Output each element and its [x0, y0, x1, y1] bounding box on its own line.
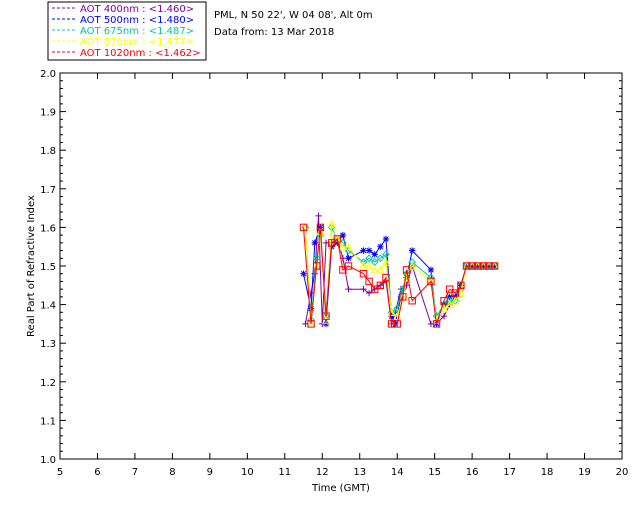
legend-entry: AOT 870nm : <1.477> [80, 37, 194, 48]
x-tick-label: 7 [132, 467, 138, 478]
x-tick-label: 18 [541, 467, 554, 478]
data-point [311, 239, 318, 247]
data-point [382, 235, 390, 243]
data-point [365, 247, 373, 254]
chart-site-info: PML, N 50 22', W 04 08', Alt 0m [214, 10, 373, 21]
x-tick-label: 20 [616, 467, 629, 478]
data-point [300, 270, 307, 277]
x-tick-label: 14 [391, 467, 404, 478]
y-tick-label: 1.1 [40, 416, 56, 427]
data-point [307, 305, 315, 312]
data-point [345, 255, 352, 262]
y-tick-label: 1.4 [40, 301, 56, 312]
y-tick-label: 1.8 [40, 146, 56, 157]
x-tick-label: 17 [503, 467, 516, 478]
legend: AOT 400nm : <1.460>AOT 500nm : <1.480>AO… [47, 1, 207, 61]
y-tick-label: 2.0 [40, 69, 56, 80]
y-tick-label: 1.9 [40, 108, 56, 119]
legend-entry: AOT 675nm : <1.487> [80, 26, 194, 37]
refractive-index-chart: AOT 400nm : <1.460>AOT 500nm : <1.480>AO… [26, 1, 629, 494]
plot-area [59, 72, 623, 460]
x-tick-label: 13 [353, 467, 366, 478]
legend-entry: AOT 1020nm : <1.462> [80, 48, 200, 59]
x-tick-label: 8 [169, 467, 175, 478]
x-tick-label: 16 [466, 467, 479, 478]
data-point [408, 247, 416, 254]
y-axis: 1.0 1.1 1.2 1.3 1.4 1.5 1.6 1.7 1.8 1.9 2.0 [40, 69, 622, 466]
data-point [360, 247, 367, 254]
data-point [371, 251, 378, 258]
y-tick-label: 1.2 [40, 378, 56, 389]
legend-entry: AOT 400nm : <1.460> [80, 4, 194, 15]
series-layer [299, 212, 499, 328]
y-tick-label: 1.0 [40, 455, 56, 466]
data-point [360, 285, 367, 293]
data-point [427, 266, 435, 274]
x-tick-label: 19 [578, 467, 591, 478]
x-tick-label: 6 [94, 467, 100, 478]
data-point [315, 212, 322, 220]
x-tick-label: 9 [207, 467, 213, 478]
x-tick-label: 11 [278, 467, 291, 478]
y-tick-label: 1.7 [40, 185, 56, 196]
x-tick-label: 12 [316, 467, 329, 478]
y-tick-label: 1.6 [40, 223, 56, 234]
y-tick-label: 1.3 [40, 339, 56, 350]
x-tick-label: 15 [428, 467, 441, 478]
y-tick-label: 1.5 [40, 262, 56, 273]
chart-date-info: Data from: 13 Mar 2018 [214, 27, 334, 38]
x-axis: 5 6 7 8 9 10 11 12 13 14 15 16 17 18 19 20 [57, 73, 629, 478]
x-tick-label: 5 [57, 467, 63, 478]
data-point [345, 285, 352, 293]
legend-entry: AOT 500nm : <1.480> [80, 15, 194, 26]
x-axis-label: Time (GMT) [311, 483, 370, 494]
data-point [377, 243, 384, 250]
x-tick-label: 10 [241, 467, 254, 478]
y-axis-label: Real Part of Refractive Index [26, 195, 37, 337]
